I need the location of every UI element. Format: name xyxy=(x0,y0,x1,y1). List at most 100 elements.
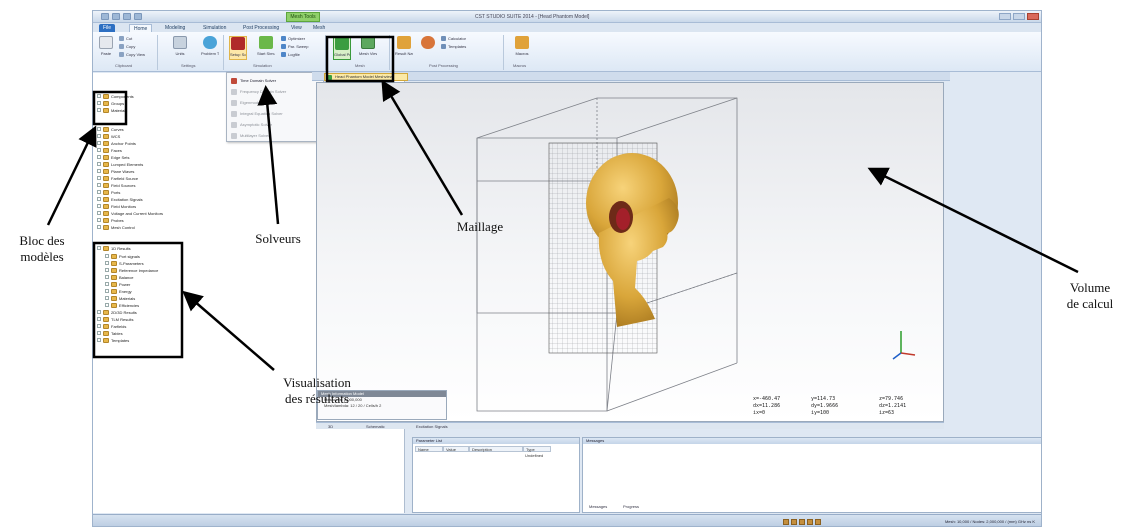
app-menu-icon[interactable] xyxy=(101,13,109,20)
tree-item-tables[interactable]: Tables xyxy=(97,330,123,336)
menu-item-frequency-domain-solver[interactable]: Frequency Domain Solver xyxy=(229,87,323,96)
tab-modeling[interactable]: Modeling xyxy=(161,24,189,32)
expand-icon[interactable] xyxy=(105,296,109,300)
tree-item-anchor-points[interactable]: Anchor Points xyxy=(97,140,136,146)
tab-excitation-signals[interactable]: Excitation Signals xyxy=(416,423,448,430)
column-header-description[interactable]: Description xyxy=(469,446,523,452)
tree-item-tlm-results[interactable]: TLM Results xyxy=(97,316,133,322)
table-cell-type[interactable]: Undefined xyxy=(525,453,543,459)
paste-button[interactable]: Paste xyxy=(97,36,115,60)
problem-type-button[interactable]: Problem Type xyxy=(201,36,219,60)
tree-item-lumped-elements[interactable]: Lumped Elements xyxy=(97,161,143,167)
tab-mesh[interactable]: Mesh xyxy=(309,24,329,32)
tree-item-groups[interactable]: Groups xyxy=(97,100,124,106)
maximize-button[interactable] xyxy=(1013,13,1025,20)
rotate-icon[interactable] xyxy=(799,519,805,525)
column-header-value[interactable]: Value xyxy=(443,446,469,452)
expand-icon[interactable] xyxy=(97,141,101,145)
tree-item-port-signals[interactable]: Port signals xyxy=(105,253,140,259)
expand-icon[interactable] xyxy=(97,197,101,201)
tab-view[interactable]: View xyxy=(287,24,306,32)
tree-item-templates[interactable]: Templates xyxy=(97,337,129,343)
3d-viewport[interactable]: x=-460.47 dx=11.286 ix=0 y=114.73 dy=1.9… xyxy=(316,82,944,422)
tree-item-power[interactable]: Power xyxy=(105,281,130,287)
mesh-view-button[interactable]: Mesh View xyxy=(359,36,377,60)
undo-icon[interactable] xyxy=(123,13,131,20)
macros-button[interactable]: Macros xyxy=(513,36,531,60)
expand-icon[interactable] xyxy=(97,101,101,105)
minimize-button[interactable] xyxy=(999,13,1011,20)
view-icon[interactable] xyxy=(815,519,821,525)
expand-icon[interactable] xyxy=(105,275,109,279)
tree-item-field-monitors[interactable]: Field Monitors xyxy=(97,203,136,209)
zoom-icon[interactable] xyxy=(783,519,789,525)
tab-file[interactable]: File xyxy=(99,24,116,32)
save-icon[interactable] xyxy=(112,13,120,20)
tree-item-excitation-signals[interactable]: Excitation Signals xyxy=(97,196,143,202)
expand-icon[interactable] xyxy=(105,303,109,307)
start-simulation-button[interactable]: Start Simulation xyxy=(257,36,275,60)
tree-item-farfield-source[interactable]: Farfield Source xyxy=(97,175,138,181)
column-header-type[interactable]: Type xyxy=(523,446,551,452)
expand-icon[interactable] xyxy=(97,310,101,314)
tree-item-1d-results[interactable]: 1D Results xyxy=(97,245,131,251)
fit-icon[interactable] xyxy=(807,519,813,525)
par-sweep-button[interactable]: Par. Sweep xyxy=(281,44,308,49)
pan-icon[interactable] xyxy=(791,519,797,525)
tree-item-plane-waves[interactable]: Plane Waves xyxy=(97,168,134,174)
expand-icon[interactable] xyxy=(97,225,101,229)
tree-item-faces[interactable]: Faces xyxy=(97,147,122,153)
tree-item-mesh-control[interactable]: Mesh Control xyxy=(97,224,135,230)
expand-icon[interactable] xyxy=(97,183,101,187)
tree-item-voltage-current-monitors[interactable]: Voltage and Current Monitors xyxy=(97,210,163,216)
expand-icon[interactable] xyxy=(105,289,109,293)
tree-item-2d3d-results[interactable]: 2D/3D Results xyxy=(97,309,137,315)
expand-icon[interactable] xyxy=(105,254,109,258)
expand-icon[interactable] xyxy=(97,317,101,321)
calculator-button[interactable]: Calculator xyxy=(441,36,466,41)
tree-item-reference-impedance[interactable]: Reference Impedance xyxy=(105,267,158,273)
close-button[interactable] xyxy=(1027,13,1039,20)
setup-solver-button[interactable]: Setup Solver xyxy=(229,36,247,60)
global-properties-button[interactable]: Global Properties xyxy=(333,36,351,60)
expand-icon[interactable] xyxy=(105,268,109,272)
tree-item-curves[interactable]: Curves xyxy=(97,126,124,132)
expand-icon[interactable] xyxy=(97,127,101,131)
tree-item-s-parameters[interactable]: S-Parameters xyxy=(105,260,144,266)
result-navigator-button[interactable]: Result Navigator xyxy=(395,36,413,60)
expand-icon[interactable] xyxy=(97,162,101,166)
expand-icon[interactable] xyxy=(97,211,101,215)
tab-progress[interactable]: Progress xyxy=(623,504,639,509)
expand-icon[interactable] xyxy=(97,148,101,152)
expand-icon[interactable] xyxy=(97,94,101,98)
logfile-button[interactable]: Logfile xyxy=(281,52,300,57)
tree-item-efficiencies[interactable]: Efficiencies xyxy=(105,302,139,308)
tab-post-processing[interactable]: Post Processing xyxy=(239,24,283,32)
copy-button[interactable]: Copy xyxy=(119,44,135,49)
expand-icon[interactable] xyxy=(97,246,101,250)
column-header-name[interactable]: Name xyxy=(415,446,443,452)
menu-item-multilayer-solver[interactable]: Multilayer Solver xyxy=(229,131,323,140)
tree-item-probes[interactable]: Probes xyxy=(97,217,124,223)
expand-icon[interactable] xyxy=(97,218,101,222)
menu-item-eigenmode-solver[interactable]: Eigenmode Solver xyxy=(229,98,323,107)
tree-item-wcs[interactable]: WCS xyxy=(97,133,120,139)
tree-item-components[interactable]: Components xyxy=(97,93,134,99)
expand-icon[interactable] xyxy=(105,261,109,265)
tab-schematic[interactable]: Schematic xyxy=(366,423,385,430)
tree-item-ports[interactable]: Ports xyxy=(97,189,120,195)
tree-item-result-materials[interactable]: Materials xyxy=(105,295,135,301)
tree-item-balance[interactable]: Balance xyxy=(105,274,133,280)
expand-icon[interactable] xyxy=(97,176,101,180)
tree-item-energy[interactable]: Energy xyxy=(105,288,132,294)
menu-item-integral-equation-solver[interactable]: Integral Equation Solver xyxy=(229,109,323,118)
cut-button[interactable]: Cut xyxy=(119,36,132,41)
expand-icon[interactable] xyxy=(97,331,101,335)
viewport-tab[interactable]: Head Phantom Model Meshview xyxy=(324,73,408,81)
post-process-button[interactable] xyxy=(419,36,437,60)
tab-3d[interactable]: 3D xyxy=(328,423,333,430)
expand-icon[interactable] xyxy=(97,204,101,208)
tree-item-edge-sets[interactable]: Edge Sets xyxy=(97,154,129,160)
expand-icon[interactable] xyxy=(97,108,101,112)
templates-button[interactable]: Templates xyxy=(441,44,466,49)
